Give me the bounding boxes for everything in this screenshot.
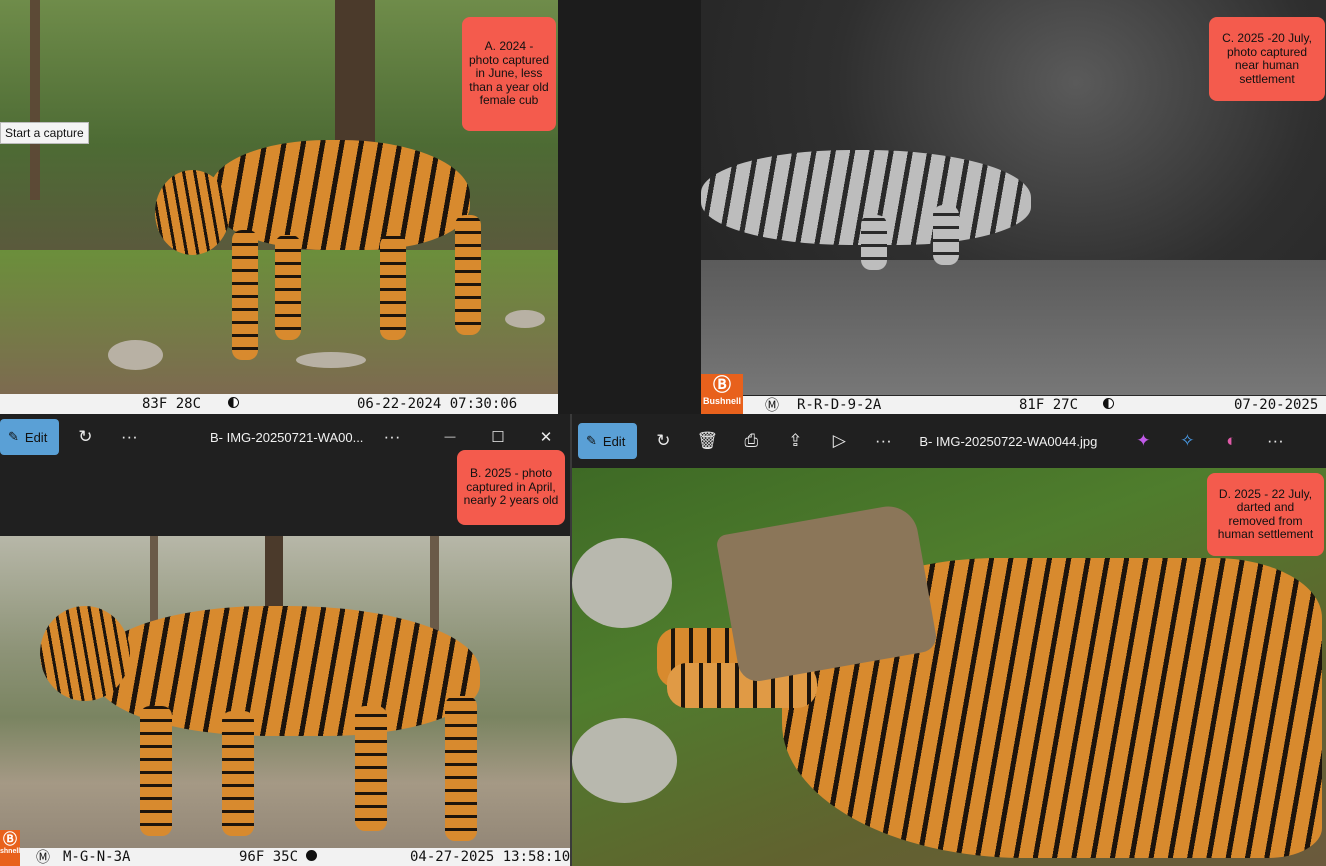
desktop-gap — [558, 0, 701, 414]
camera-id: M-G-N-3A — [63, 849, 131, 865]
rotate-icon[interactable]: ↻ — [63, 427, 107, 447]
copilot-icon[interactable]: ✦ — [1121, 431, 1165, 451]
color-icon[interactable]: ◐ — [1209, 431, 1253, 451]
tiger-leg — [222, 711, 254, 836]
camera-info-strip: Ⓜ R-R-D-9-2A 81F 27C 07-20-2025 — [701, 396, 1326, 414]
window-divider — [570, 414, 572, 866]
stone — [505, 310, 545, 328]
callout-c: C. 2025 -20 July, photo captured near hu… — [1209, 17, 1325, 101]
viewer-toolbar-d: ✎ Edit ↻ 🗑 ⎙ ⇪ ▷ ··· B- IMG-20250722-WA0… — [572, 414, 1326, 468]
more-icon[interactable]: ··· — [1253, 431, 1297, 451]
temperature-reading: 81F 27C — [1019, 397, 1079, 413]
more-icon[interactable]: ··· — [107, 427, 151, 447]
close-icon[interactable]: ✕ — [524, 428, 568, 446]
camera-info-strip: Ⓜ M-G-N-3A 96F 35C 04-27-2025 13:58:10 — [0, 848, 570, 866]
person-knee — [572, 718, 677, 803]
maximize-icon[interactable]: ☐ — [476, 428, 520, 446]
file-title: B- IMG-20250721-WA00... — [210, 429, 364, 445]
date-time-stamp: 06-22-2024 07:30:06 — [357, 396, 518, 412]
start-capture-tooltip: Start a capture — [0, 122, 89, 144]
share-icon[interactable]: ⇪ — [773, 431, 817, 451]
m-mode-icon: Ⓜ — [36, 850, 50, 866]
edit-label: Edit — [24, 429, 48, 445]
bushnell-wordmark: Bushnell — [702, 396, 741, 406]
stone — [108, 340, 163, 370]
callout-a: A. 2024 - photo captured in June, less t… — [462, 17, 556, 131]
tiger-leg — [232, 230, 258, 360]
rotate-icon[interactable]: ↻ — [641, 431, 685, 451]
moon-phase-icon — [1103, 397, 1114, 413]
pencil-edit-icon: ✎ — [8, 429, 19, 444]
tiger-leg — [933, 205, 959, 265]
delete-icon[interactable]: 🗑 — [685, 431, 729, 451]
tree-trunk — [430, 536, 439, 636]
camera-info-strip: 83F 28C 06-22-2024 07:30:06 — [0, 394, 558, 414]
minimize-icon[interactable]: — — [428, 431, 472, 443]
tiger-leg — [355, 706, 387, 831]
date-time-stamp: 04-27-2025 13:58:10 — [410, 849, 570, 865]
temperature-reading: 96F 35C — [239, 849, 299, 865]
tree-trunk — [335, 0, 375, 150]
tiger-head — [40, 606, 130, 701]
slideshow-icon[interactable]: ▷ — [817, 431, 861, 451]
m-mode-icon: Ⓜ — [765, 398, 779, 414]
tiger-leg — [445, 696, 477, 841]
edit-button[interactable]: ✎ Edit — [0, 419, 60, 455]
callout-d: D. 2025 - 22 July, darted and removed fr… — [1207, 473, 1324, 556]
tiger-head — [155, 170, 230, 255]
tiger-leg — [275, 235, 301, 340]
bushnell-b-icon: Ⓑ — [3, 831, 17, 847]
file-title: B- IMG-20250722-WA0044.jpg — [919, 433, 1098, 449]
callout-b: B. 2025 - photo captured in April, nearl… — [457, 450, 565, 525]
print-icon[interactable]: ⎙ — [729, 431, 773, 451]
bushnell-logo: Ⓑ shnell — [0, 830, 20, 866]
bushnell-wordmark: shnell — [0, 848, 21, 855]
moon-phase-icon — [306, 849, 317, 865]
edit-label: Edit — [602, 433, 626, 449]
tiger-leg — [140, 706, 172, 836]
tiger-leg — [861, 215, 887, 270]
moon-phase-icon — [228, 396, 239, 412]
tree-trunk — [30, 0, 40, 200]
edit-button[interactable]: ✎ Edit — [578, 423, 638, 459]
bushnell-logo: Ⓑ Bushnell — [701, 374, 743, 414]
date-stamp: 07-20-2025 — [1234, 397, 1319, 413]
person-knee — [572, 538, 672, 628]
tiger-leg — [455, 215, 481, 335]
camera-id: R-R-D-9-2A — [797, 397, 882, 413]
tiger-leg — [380, 235, 406, 340]
bushnell-b-icon: Ⓑ — [713, 375, 731, 395]
designer-icon[interactable]: ✧ — [1165, 431, 1209, 451]
more-icon[interactable]: ··· — [861, 431, 905, 451]
temperature-reading: 83F 28C — [142, 396, 202, 412]
pencil-edit-icon: ✎ — [586, 433, 597, 448]
photo-b-2025-april: Ⓜ M-G-N-3A 96F 35C 04-27-2025 13:58:10 Ⓑ… — [0, 536, 570, 866]
dirt-mound — [701, 260, 1326, 395]
stone — [296, 352, 366, 368]
more-icon[interactable]: ··· — [370, 427, 414, 447]
